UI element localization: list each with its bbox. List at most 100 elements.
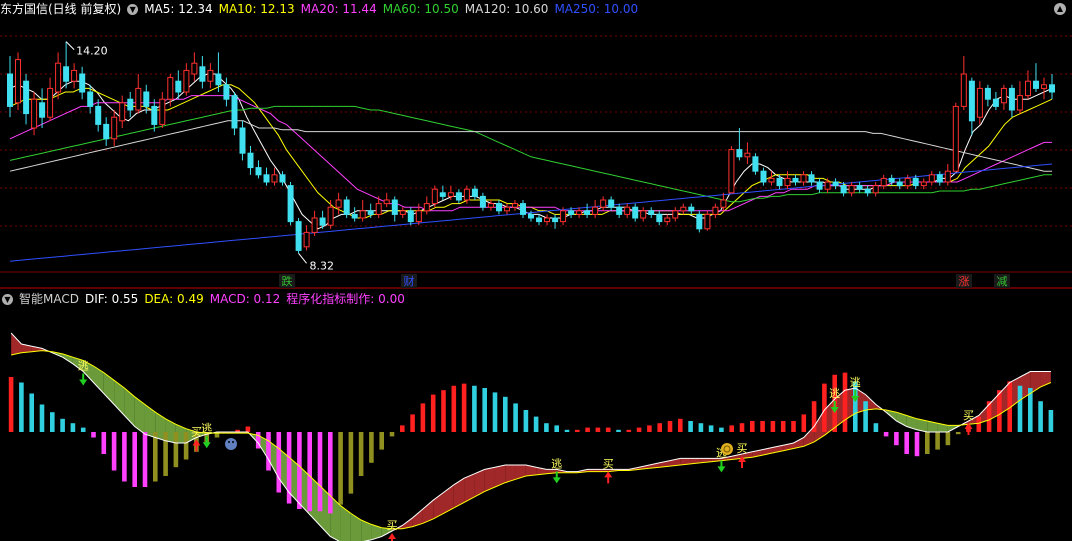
signal-label: 买 [387, 519, 398, 532]
candle-body [520, 203, 526, 215]
candle-body [896, 181, 903, 187]
candle [207, 63, 214, 89]
candle [159, 92, 166, 128]
candle [487, 200, 494, 211]
candle [95, 99, 102, 132]
candle-body [512, 203, 518, 208]
candle-body [383, 199, 390, 205]
candle [704, 210, 711, 231]
face-eye [228, 441, 230, 443]
escape-signal: 逃 [201, 422, 212, 449]
candle [800, 171, 807, 186]
candle-body [159, 98, 166, 125]
down-arrow-icon [79, 373, 88, 386]
event-tag-label: 涨 [959, 275, 970, 288]
candle [455, 189, 462, 204]
candle-body [55, 62, 62, 93]
candle [832, 178, 839, 190]
candle-body [247, 152, 254, 169]
candle-body [47, 87, 54, 118]
candle-body [271, 174, 278, 183]
candle-body [976, 87, 983, 118]
candle-body [351, 213, 358, 219]
candle [784, 171, 791, 190]
candle-body [127, 98, 134, 111]
buy-signal: 买 [387, 519, 398, 541]
down-arrow-icon [202, 436, 211, 449]
candle [351, 207, 358, 222]
candle-body [63, 66, 70, 82]
candle [1000, 84, 1007, 110]
low-label: 8.32 [310, 259, 335, 272]
candle-body [287, 185, 294, 223]
candle-body [600, 199, 607, 208]
candle [608, 196, 615, 211]
up-arrow-icon [388, 533, 397, 541]
signal-label: 买 [963, 409, 974, 422]
candle [696, 210, 703, 233]
candle [343, 196, 350, 218]
candle [1041, 77, 1047, 100]
candle-body [183, 69, 190, 93]
candle [768, 171, 775, 186]
candle-body [576, 210, 583, 215]
candle-body [295, 221, 302, 251]
candle-body [87, 91, 94, 107]
candle-body [784, 177, 791, 187]
candle-body [544, 217, 550, 223]
up-arrow-icon [192, 439, 201, 452]
candle-body [608, 199, 615, 208]
ma-line-ma10 [9, 84, 1053, 219]
candle-body [952, 105, 959, 172]
event-tag: 跌 [279, 274, 295, 288]
candle-body [143, 91, 150, 107]
candle-body [984, 87, 991, 100]
candle-body [1049, 84, 1055, 93]
low-pointer [298, 252, 307, 264]
candle [199, 56, 206, 89]
candle-body [7, 73, 13, 107]
candle [752, 153, 759, 175]
candle-body [23, 80, 30, 115]
event-tag-label: 减 [997, 275, 1008, 288]
candle-body [872, 185, 879, 194]
candle-body [327, 206, 334, 226]
candle-body [992, 98, 999, 107]
event-tag: 减 [994, 274, 1010, 288]
candle [824, 178, 831, 193]
candle-body [95, 105, 102, 125]
face-disc [225, 438, 237, 450]
candle [63, 41, 70, 89]
candle [423, 196, 430, 215]
candle-body [664, 217, 671, 223]
candle [183, 63, 190, 96]
candle-body [584, 210, 591, 215]
candle-body [624, 206, 631, 215]
candle [664, 214, 671, 226]
high-label: 14.20 [76, 45, 108, 58]
candle-body [431, 188, 438, 205]
candle-body [888, 177, 895, 183]
candle [231, 92, 238, 136]
candle-body [672, 210, 679, 219]
candle [512, 200, 518, 211]
candle [1049, 74, 1055, 100]
candle-body [840, 185, 847, 194]
candle-body [119, 102, 126, 122]
candle [688, 203, 695, 215]
candle-body [704, 213, 711, 230]
candle-body [439, 192, 446, 197]
candle [728, 146, 735, 194]
candle-body [223, 84, 230, 100]
candle [520, 200, 526, 218]
candle [303, 225, 310, 251]
candle-body [71, 69, 78, 82]
chart-canvas: 14.208.32跌财涨减逃买 逃买逃 买逃 买逃逃买 [0, 35, 1072, 541]
candle-body [367, 210, 374, 215]
macd-ribbon [134, 396, 145, 435]
candle [39, 88, 46, 128]
candle-body [552, 217, 559, 223]
candle [239, 120, 246, 161]
candle [672, 207, 679, 222]
candle-body [616, 206, 623, 215]
